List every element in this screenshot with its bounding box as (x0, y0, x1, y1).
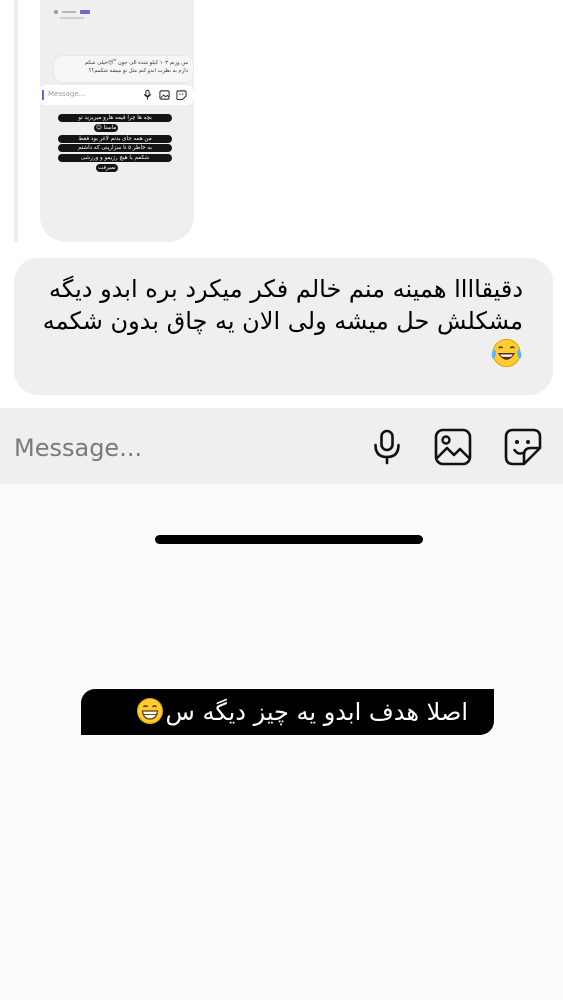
tears-of-joy-emoji-icon (491, 338, 522, 368)
message-input[interactable]: Message... (14, 434, 142, 462)
story-text-tag: نمیرفت (96, 164, 118, 172)
mini-header-preview (54, 8, 94, 20)
microphone-icon[interactable] (368, 428, 406, 466)
story-background (0, 484, 563, 1000)
sticker-icon[interactable] (504, 428, 542, 466)
home-indicator[interactable] (155, 535, 423, 544)
preview-input-placeholder: Message... (48, 90, 86, 98)
story-text-tag: من همه جای بدنم لاغر بود فقط (58, 135, 172, 143)
story-caption-label: اصلا هدف ابدو یه چیز دیگه س (165, 698, 468, 726)
message-text: دقیقاااا همینه منم خالم فکر میکرد بره اب… (32, 273, 523, 369)
reply-thread-line (14, 0, 18, 242)
story-text-tag: به خاطر ۵ تا سزارینی که داشتم (58, 144, 172, 152)
sticker-icon (176, 90, 187, 101)
preview-bubble-line: دارم به نظرت ابدو کنم مثل تو میشه شکمم؟؟ (88, 68, 188, 74)
microphone-icon (143, 89, 152, 100)
story-caption-text: اصلا هدف ابدو یه چیز دیگه س (136, 695, 468, 729)
story-text-tag: بچه ها چرا قیمه هارو میریزید تو (58, 114, 172, 122)
text-cursor (42, 90, 44, 100)
message-body: دقیقاااا همینه منم خالم فکر میکرد بره اب… (42, 275, 523, 335)
preview-bubble-line: من وزنم ۱۰۳ کیلو شده الی جون 😴خیلی شکم (84, 60, 188, 66)
gallery-icon (159, 90, 170, 100)
preview-story-body: بچه ها چرا قیمه هارو میریزید تو ماستا 😊 … (48, 108, 190, 230)
message-bubble[interactable]: دقیقاااا همینه منم خالم فکر میکرد بره اب… (14, 258, 553, 395)
preview-message-bubble: من وزنم ۱۰۳ کیلو شده الی جون 😴خیلی شکم د… (53, 55, 194, 83)
story-text-tag: ماستا 😊 (94, 124, 119, 132)
preview-message-input: Message... (38, 85, 194, 105)
grinning-emoji-icon (136, 698, 163, 724)
gallery-icon[interactable] (434, 428, 472, 466)
message-composer: Message... (0, 408, 563, 484)
story-text-tag: شکمم با هیچ رژیمو و ورزشی (58, 154, 172, 162)
story-caption-box: اصلا هدف ابدو یه چیز دیگه س (81, 689, 494, 735)
